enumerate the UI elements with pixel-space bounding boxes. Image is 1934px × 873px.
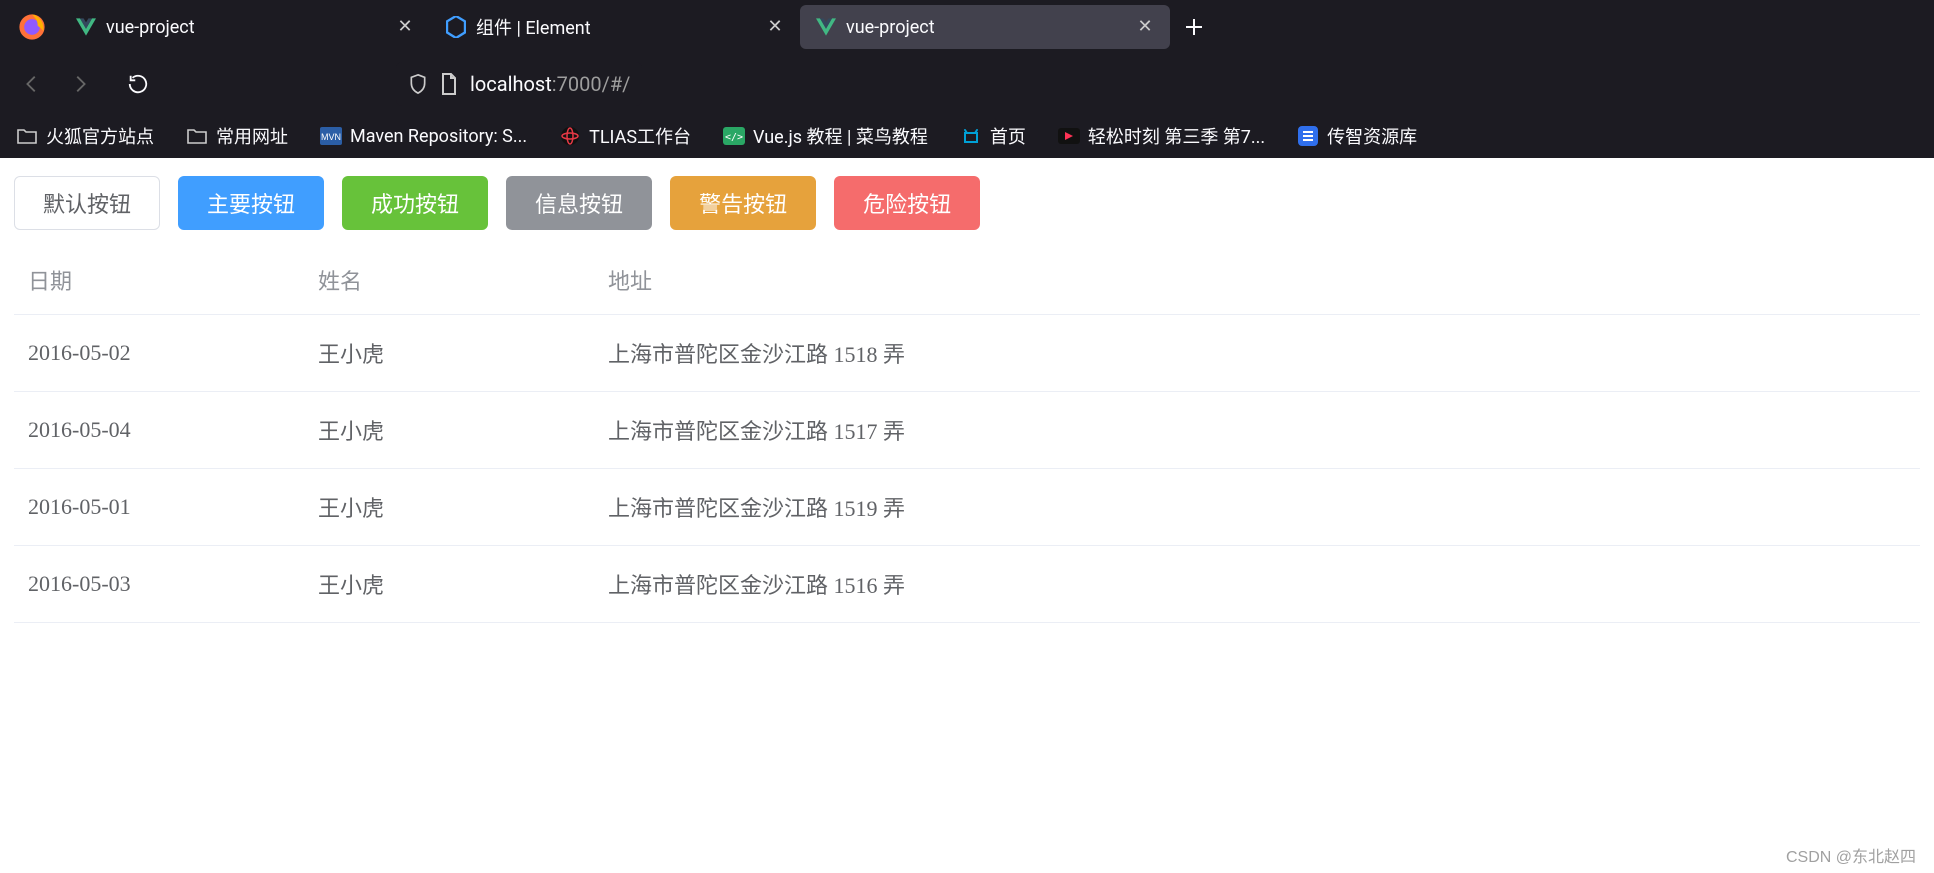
close-icon[interactable]: ✕ [1136, 18, 1154, 36]
bookmark-label: 常用网址 [216, 123, 288, 149]
page-icon [440, 73, 458, 95]
tab-label: 组件 | Element [476, 14, 756, 40]
cell-name: 王小虎 [304, 392, 594, 469]
tlias-icon [559, 125, 581, 147]
data-table: 日期 姓名 地址 2016-05-02 王小虎 上海市普陀区金沙江路 1518 … [14, 246, 1920, 623]
bookmark-label: Maven Repository: S... [350, 126, 527, 147]
cell-date: 2016-05-03 [14, 546, 304, 623]
url-bar[interactable]: localhost:7000/#/ [396, 62, 642, 106]
bookmark-6[interactable]: 轻松时刻 第三季 第7... [1052, 119, 1271, 153]
new-tab-button[interactable] [1176, 9, 1212, 45]
cell-name: 王小虎 [304, 546, 594, 623]
forward-button[interactable] [60, 64, 100, 104]
bookmark-2[interactable]: MVN Maven Repository: S... [314, 121, 533, 151]
cell-address: 上海市普陀区金沙江路 1517 弄 [594, 392, 1920, 469]
bookmark-label: 传智资源库 [1327, 123, 1417, 149]
url-text: localhost:7000/#/ [470, 72, 630, 96]
tab-label: vue-project [846, 17, 1126, 38]
close-icon[interactable]: ✕ [766, 18, 784, 36]
table-row[interactable]: 2016-05-02 王小虎 上海市普陀区金沙江路 1518 弄 [14, 315, 1920, 392]
button-row: 默认按钮 主要按钮 成功按钮 信息按钮 警告按钮 危险按钮 [14, 176, 1920, 230]
bookmark-label: 首页 [990, 123, 1026, 149]
tab-label: vue-project [106, 17, 386, 38]
folder-icon [16, 125, 38, 147]
cell-name: 王小虎 [304, 315, 594, 392]
danger-button[interactable]: 危险按钮 [834, 176, 980, 230]
bookmark-7[interactable]: 传智资源库 [1291, 119, 1423, 153]
cell-date: 2016-05-02 [14, 315, 304, 392]
svg-text:</>: </> [725, 132, 743, 143]
default-button[interactable]: 默认按钮 [14, 176, 160, 230]
tab-2[interactable]: vue-project ✕ [800, 5, 1170, 49]
page-content: 默认按钮 主要按钮 成功按钮 信息按钮 警告按钮 危险按钮 日期 姓名 地址 2… [0, 158, 1934, 641]
vue-icon [816, 18, 836, 36]
reload-button[interactable] [118, 64, 158, 104]
success-button[interactable]: 成功按钮 [342, 176, 488, 230]
svg-text:MVN: MVN [321, 132, 341, 142]
tab-1[interactable]: 组件 | Element ✕ [430, 5, 800, 49]
table-row[interactable]: 2016-05-04 王小虎 上海市普陀区金沙江路 1517 弄 [14, 392, 1920, 469]
cell-address: 上海市普陀区金沙江路 1516 弄 [594, 546, 1920, 623]
bookmark-label: Vue.js 教程 | 菜鸟教程 [753, 123, 928, 149]
table-row[interactable]: 2016-05-03 王小虎 上海市普陀区金沙江路 1516 弄 [14, 546, 1920, 623]
maven-icon: MVN [320, 125, 342, 147]
primary-button[interactable]: 主要按钮 [178, 176, 324, 230]
browser-chrome: vue-project ✕ 组件 | Element ✕ vue-project… [0, 0, 1934, 158]
table-header-date: 日期 [14, 246, 304, 315]
info-button[interactable]: 信息按钮 [506, 176, 652, 230]
watermark: CSDN @东北赵四 [1786, 843, 1916, 867]
chuanzhi-icon [1297, 125, 1319, 147]
table-header-address: 地址 [594, 246, 1920, 315]
url-path: :7000/#/ [552, 72, 631, 96]
firefox-logo-icon [18, 13, 46, 41]
shield-icon [408, 73, 428, 95]
cell-date: 2016-05-04 [14, 392, 304, 469]
table-header-name: 姓名 [304, 246, 594, 315]
bookmark-5[interactable]: 首页 [954, 119, 1032, 153]
runoob-icon: </> [723, 125, 745, 147]
tab-0[interactable]: vue-project ✕ [60, 5, 430, 49]
table-row[interactable]: 2016-05-01 王小虎 上海市普陀区金沙江路 1519 弄 [14, 469, 1920, 546]
cell-date: 2016-05-01 [14, 469, 304, 546]
youku-icon [1058, 125, 1080, 147]
cell-address: 上海市普陀区金沙江路 1519 弄 [594, 469, 1920, 546]
bookmark-label: 火狐官方站点 [46, 123, 154, 149]
cell-address: 上海市普陀区金沙江路 1518 弄 [594, 315, 1920, 392]
url-host: localhost [470, 72, 552, 96]
bookmark-1[interactable]: 常用网址 [180, 119, 294, 153]
bookmark-0[interactable]: 火狐官方站点 [10, 119, 160, 153]
cell-name: 王小虎 [304, 469, 594, 546]
bookmarks-bar: 火狐官方站点 常用网址 MVN Maven Repository: S... T… [0, 114, 1934, 158]
folder-icon [186, 125, 208, 147]
back-button[interactable] [12, 64, 52, 104]
tab-strip: vue-project ✕ 组件 | Element ✕ vue-project… [0, 0, 1934, 54]
bilibili-icon [960, 125, 982, 147]
bookmark-4[interactable]: </> Vue.js 教程 | 菜鸟教程 [717, 119, 934, 153]
vue-icon [76, 18, 96, 36]
table-header-row: 日期 姓名 地址 [14, 246, 1920, 315]
element-icon [446, 16, 466, 38]
bookmark-label: 轻松时刻 第三季 第7... [1088, 123, 1265, 149]
close-icon[interactable]: ✕ [396, 18, 414, 36]
warning-button[interactable]: 警告按钮 [670, 176, 816, 230]
bookmark-label: TLIAS工作台 [589, 123, 691, 149]
bookmark-3[interactable]: TLIAS工作台 [553, 119, 697, 153]
nav-bar: localhost:7000/#/ [0, 54, 1934, 114]
